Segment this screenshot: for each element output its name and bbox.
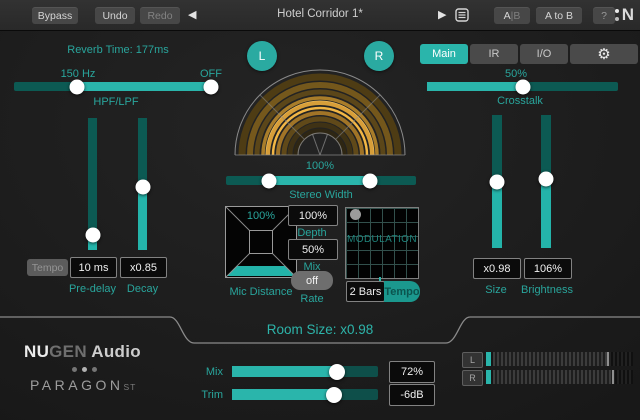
bypass-button[interactable]: Bypass <box>32 7 78 24</box>
nugen-audio-logo: NUGEN Audio <box>24 342 141 362</box>
meter-left-bar <box>486 352 633 366</box>
mod-tempo-button[interactable]: Tempo <box>384 281 420 302</box>
stereo-width-slider[interactable] <box>226 176 416 185</box>
mod-mix-value[interactable]: 50% <box>288 239 338 260</box>
product-name: PARAGONST <box>30 377 136 393</box>
stereo-width-left-handle[interactable] <box>261 173 276 188</box>
modulation-point[interactable] <box>350 209 361 220</box>
mod-off-button[interactable]: off <box>291 271 333 290</box>
reverb-arc-display <box>232 67 408 162</box>
modulation-title: MODULATION <box>343 234 421 245</box>
preset-list-icon[interactable] <box>455 8 469 22</box>
previous-preset-icon[interactable]: ◀ <box>188 7 196 24</box>
ab-a-label: A <box>504 10 511 22</box>
ab-b-label: |B <box>511 10 521 22</box>
tab-ir[interactable]: IR <box>470 44 518 64</box>
predelay-slider[interactable] <box>88 118 97 250</box>
settings-button[interactable]: ⚙ <box>570 44 638 64</box>
logo-dots <box>72 367 97 372</box>
brightness-label: Brightness <box>513 284 581 296</box>
room-size-readout: Room Size: x0.98 <box>220 322 420 337</box>
mic-distance-value: 100% <box>235 210 287 222</box>
trim-value[interactable]: -6dB <box>389 384 435 406</box>
undo-button[interactable]: Undo <box>95 7 135 24</box>
stereo-width-label: Stereo Width <box>261 189 381 201</box>
decay-handle[interactable] <box>135 179 150 194</box>
size-value[interactable]: x0.98 <box>473 258 521 279</box>
meter-left-label: L <box>462 352 483 368</box>
preset-name[interactable]: Hotel Corridor 1* <box>220 8 420 20</box>
predelay-handle[interactable] <box>85 228 100 243</box>
stereo-width-value: 100% <box>280 160 360 172</box>
brightness-slider[interactable] <box>541 115 551 248</box>
trim-label: Trim <box>185 389 223 401</box>
predelay-label: Pre-delay <box>62 283 123 295</box>
brightness-handle[interactable] <box>539 171 554 186</box>
help-button[interactable]: ? <box>593 7 615 24</box>
ab-compare-button[interactable]: A|B <box>494 7 530 24</box>
predelay-tempo-button[interactable]: Tempo <box>27 259 68 276</box>
meter-right-label: R <box>462 370 483 386</box>
crosstalk-slider[interactable] <box>427 82 618 91</box>
size-handle[interactable] <box>490 174 505 189</box>
reverb-time-readout: Reverb Time: 177ms <box>14 44 222 56</box>
mod-depth-label: Depth <box>288 227 336 239</box>
decay-value[interactable]: x0.85 <box>120 257 167 278</box>
brightness-value[interactable]: 106% <box>524 258 572 279</box>
mod-rate-value[interactable]: 2 Bars <box>346 281 385 302</box>
paragon-plugin-window: Bypass Undo Redo ◀ Hotel Corridor 1* ▶ A… <box>0 0 640 420</box>
hpf-lpf-label: HPF/LPF <box>14 96 218 108</box>
redo-button[interactable]: Redo <box>140 7 180 24</box>
mod-depth-value[interactable]: 100% <box>288 205 338 226</box>
crosstalk-value: 50% <box>480 68 552 80</box>
mix-slider[interactable] <box>232 366 378 377</box>
decay-label: Decay <box>118 283 167 295</box>
crosstalk-label: Crosstalk <box>480 95 560 107</box>
nugen-logo-icon: N <box>615 5 634 25</box>
mix-label: Mix <box>185 366 223 378</box>
meter-right-bar <box>486 370 633 384</box>
stereo-width-right-handle[interactable] <box>363 173 378 188</box>
crosstalk-handle[interactable] <box>515 79 530 94</box>
size-slider[interactable] <box>492 115 502 248</box>
hpf-lpf-slider[interactable] <box>14 82 218 91</box>
mix-handle[interactable] <box>329 364 345 380</box>
a-to-b-button[interactable]: A to B <box>536 7 582 24</box>
mod-rate-label: Rate <box>288 293 336 305</box>
tab-main[interactable]: Main <box>420 44 468 64</box>
top-toolbar: Bypass Undo Redo ◀ Hotel Corridor 1* ▶ A… <box>0 0 640 31</box>
hpf-handle[interactable] <box>70 79 85 94</box>
gear-icon: ⚙ <box>597 47 610 62</box>
tab-io[interactable]: I/O <box>520 44 568 64</box>
mix-value[interactable]: 72% <box>389 361 435 383</box>
trim-slider[interactable] <box>232 389 378 400</box>
trim-handle[interactable] <box>326 387 342 403</box>
next-preset-icon[interactable]: ▶ <box>438 7 446 24</box>
decay-slider[interactable] <box>138 118 147 250</box>
lpf-handle[interactable] <box>203 79 218 94</box>
predelay-value[interactable]: 10 ms <box>70 257 117 278</box>
